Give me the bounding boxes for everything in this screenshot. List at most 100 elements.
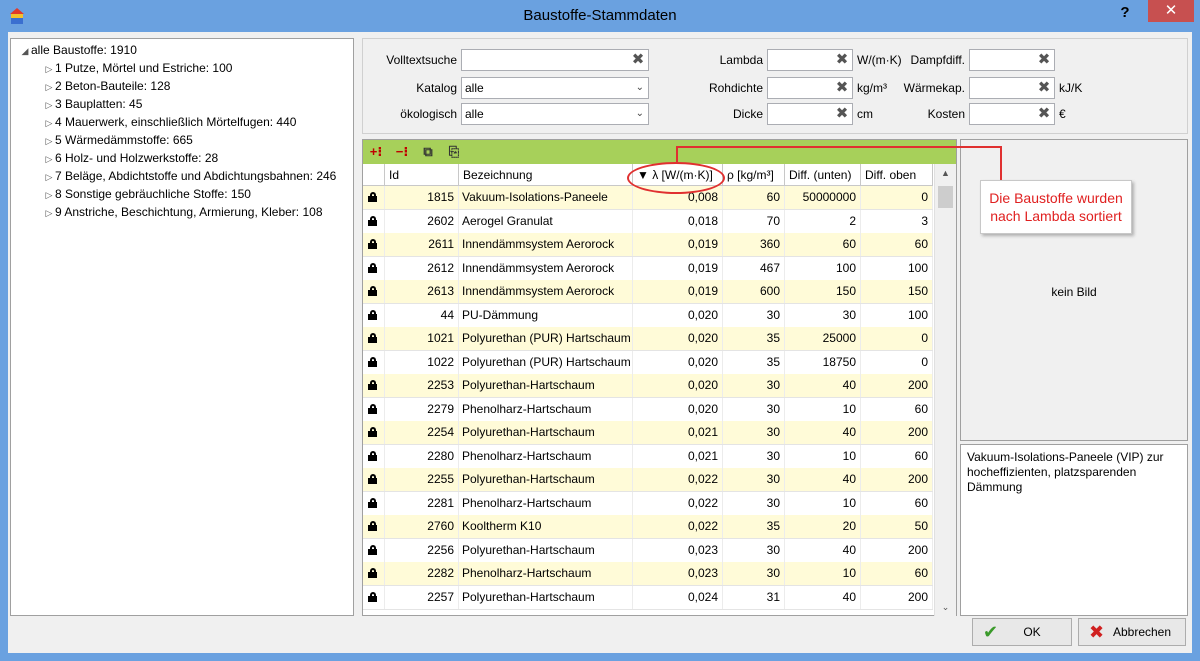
cell-name[interactable]: Innendämmsystem Aerorock (459, 280, 633, 303)
tree-item[interactable]: ▷ 9 Anstriche, Beschichtung, Armierung, K… (11, 203, 353, 221)
cell-name[interactable]: Phenolharz-Hartschaum (459, 397, 633, 421)
cell-diff-unten[interactable]: 40 (785, 538, 861, 562)
cell-diff-oben[interactable]: 50 (861, 515, 933, 538)
table-row[interactable]: 2256 Polyurethan-Hartschaum 0,023 30 40 200 (363, 538, 933, 563)
cell-id[interactable]: 2254 (385, 421, 459, 444)
expand-arrow-icon[interactable]: ▷ (43, 114, 55, 132)
table-row[interactable]: 44 PU-Dämmung 0,020 30 30 100 (363, 303, 933, 328)
cell-diff-oben[interactable]: 60 (861, 397, 933, 421)
cell-id[interactable]: 2255 (385, 468, 459, 491)
cell-name[interactable]: Polyurethan (PUR) Hartschaum (459, 350, 633, 374)
cell-diff-oben[interactable]: 60 (861, 562, 933, 585)
dampfdiff-input[interactable]: ✖ (969, 49, 1055, 71)
remove-row-icon[interactable]: −⁝ (393, 144, 411, 160)
cell-id[interactable]: 2279 (385, 397, 459, 421)
cell-name[interactable]: Polyurethan-Hartschaum (459, 374, 633, 397)
cell-lambda[interactable]: 0,021 (633, 444, 723, 468)
cell-rho[interactable]: 30 (723, 468, 785, 491)
tree-item[interactable]: ▷ 2 Beton-Bauteile: 128 (11, 77, 353, 95)
table-row[interactable]: 2613 Innendämmsystem Aerorock 0,019 600 150 1… (363, 280, 933, 304)
cell-name[interactable]: PU-Dämmung (459, 303, 633, 327)
cell-lambda[interactable]: 0,023 (633, 562, 723, 585)
cell-lambda[interactable]: 0,020 (633, 397, 723, 421)
cell-diff-unten[interactable]: 10 (785, 444, 861, 468)
scroll-up-icon[interactable]: ▲ (935, 164, 956, 182)
cell-diff-unten[interactable]: 18750 (785, 350, 861, 374)
kosten-input[interactable]: ✖ (969, 103, 1055, 125)
vertical-scrollbar[interactable]: ▲ ⌄ (934, 164, 956, 616)
table-row[interactable]: 2760 Kooltherm K10 0,022 35 20 50 (363, 515, 933, 539)
cell-rho[interactable]: 360 (723, 233, 785, 256)
expand-arrow-icon[interactable]: ▷ (43, 150, 55, 168)
clear-icon[interactable]: ✖ (1036, 106, 1052, 122)
table-row[interactable]: 2602 Aerogel Granulat 0,018 70 2 3 (363, 209, 933, 234)
clear-icon[interactable]: ✖ (834, 106, 850, 122)
chevron-down-icon[interactable]: ⌄ (636, 78, 644, 98)
cell-diff-oben[interactable]: 200 (861, 538, 933, 562)
clear-icon[interactable]: ✖ (834, 52, 850, 68)
tree-item[interactable]: ▷ 6 Holz- und Holzwerkstoffe: 28 (11, 149, 353, 167)
tree-root[interactable]: ◢ alle Baustoffe: 1910 (11, 41, 353, 59)
clear-icon[interactable]: ✖ (1036, 80, 1052, 96)
cell-name[interactable]: Kooltherm K10 (459, 515, 633, 538)
cell-name[interactable]: Polyurethan-Hartschaum (459, 585, 633, 609)
table-row[interactable]: 1021 Polyurethan (PUR) Hartschaum 0,020 35 2… (363, 327, 933, 351)
cell-diff-unten[interactable]: 30 (785, 303, 861, 327)
cell-name[interactable]: Polyurethan-Hartschaum (459, 538, 633, 562)
clear-icon[interactable]: ✖ (1036, 52, 1052, 68)
cell-rho[interactable]: 70 (723, 209, 785, 233)
cell-id[interactable]: 2612 (385, 256, 459, 280)
chevron-down-icon[interactable]: ⌄ (636, 104, 644, 124)
cell-diff-oben[interactable]: 150 (861, 280, 933, 303)
scroll-thumb[interactable] (938, 186, 953, 208)
cell-rho[interactable]: 35 (723, 515, 785, 538)
cell-diff-unten[interactable]: 2 (785, 209, 861, 233)
column-header-name[interactable]: Bezeichnung (459, 164, 633, 186)
table-row[interactable]: 2253 Polyurethan-Hartschaum 0,020 30 40 200 (363, 374, 933, 398)
cell-diff-unten[interactable]: 40 (785, 374, 861, 397)
cell-diff-unten[interactable]: 50000000 (785, 186, 861, 209)
cell-name[interactable]: Phenolharz-Hartschaum (459, 562, 633, 585)
cell-name[interactable]: Phenolharz-Hartschaum (459, 444, 633, 468)
cell-diff-unten[interactable]: 10 (785, 491, 861, 515)
table-row[interactable]: 1022 Polyurethan (PUR) Hartschaum 0,020 35 1… (363, 350, 933, 375)
cell-diff-oben[interactable]: 0 (861, 350, 933, 374)
cell-lambda[interactable]: 0,018 (633, 209, 723, 233)
clear-icon[interactable]: ✖ (630, 52, 646, 68)
cell-diff-oben[interactable]: 100 (861, 256, 933, 280)
lambda-input[interactable]: ✖ (767, 49, 853, 71)
cell-diff-oben[interactable]: 200 (861, 421, 933, 444)
cell-diff-unten[interactable]: 25000 (785, 327, 861, 350)
table-row[interactable]: 2281 Phenolharz-Hartschaum 0,022 30 10 60 (363, 491, 933, 516)
expand-arrow-icon[interactable]: ▷ (43, 204, 55, 222)
cell-rho[interactable]: 30 (723, 374, 785, 397)
copy-icon[interactable]: ⧉ (419, 144, 437, 160)
cell-name[interactable]: Polyurethan-Hartschaum (459, 468, 633, 491)
cell-rho[interactable]: 30 (723, 562, 785, 585)
column-header-diff-oben[interactable]: Diff. oben (861, 164, 933, 186)
table-row[interactable]: 2282 Phenolharz-Hartschaum 0,023 30 10 60 (363, 562, 933, 586)
table-row[interactable]: 2254 Polyurethan-Hartschaum 0,021 30 40 200 (363, 421, 933, 445)
oekologisch-select[interactable]: alle ⌄ (461, 103, 649, 125)
tree-item[interactable]: ▷ 5 Wärmedämmstoffe: 665 (11, 131, 353, 149)
expand-arrow-icon[interactable]: ▷ (43, 78, 55, 96)
cell-diff-unten[interactable]: 150 (785, 280, 861, 303)
cell-id[interactable]: 2280 (385, 444, 459, 468)
cell-diff-oben[interactable]: 200 (861, 374, 933, 397)
cell-diff-unten[interactable]: 20 (785, 515, 861, 538)
cell-rho[interactable]: 600 (723, 280, 785, 303)
expand-arrow-icon[interactable]: ▷ (43, 186, 55, 204)
material-grid[interactable]: +⁝ −⁝ ⧉ ⎘ Id Bezeichnung ▼ λ [W/(m·K)] ρ… (362, 139, 957, 616)
cell-lambda[interactable]: 0,019 (633, 280, 723, 303)
cell-name[interactable]: Phenolharz-Hartschaum (459, 491, 633, 515)
katalog-select[interactable]: alle ⌄ (461, 77, 649, 99)
scroll-down-icon[interactable]: ⌄ (935, 598, 956, 616)
cell-diff-unten[interactable]: 40 (785, 585, 861, 609)
cell-diff-oben[interactable]: 100 (861, 303, 933, 327)
cell-id[interactable]: 1021 (385, 327, 459, 350)
clear-icon[interactable]: ✖ (834, 80, 850, 96)
ok-button[interactable]: ✔ OK (972, 618, 1072, 646)
column-header-diff-unten[interactable]: Diff. (unten) (785, 164, 861, 186)
cell-id[interactable]: 2281 (385, 491, 459, 515)
cell-rho[interactable]: 30 (723, 444, 785, 468)
